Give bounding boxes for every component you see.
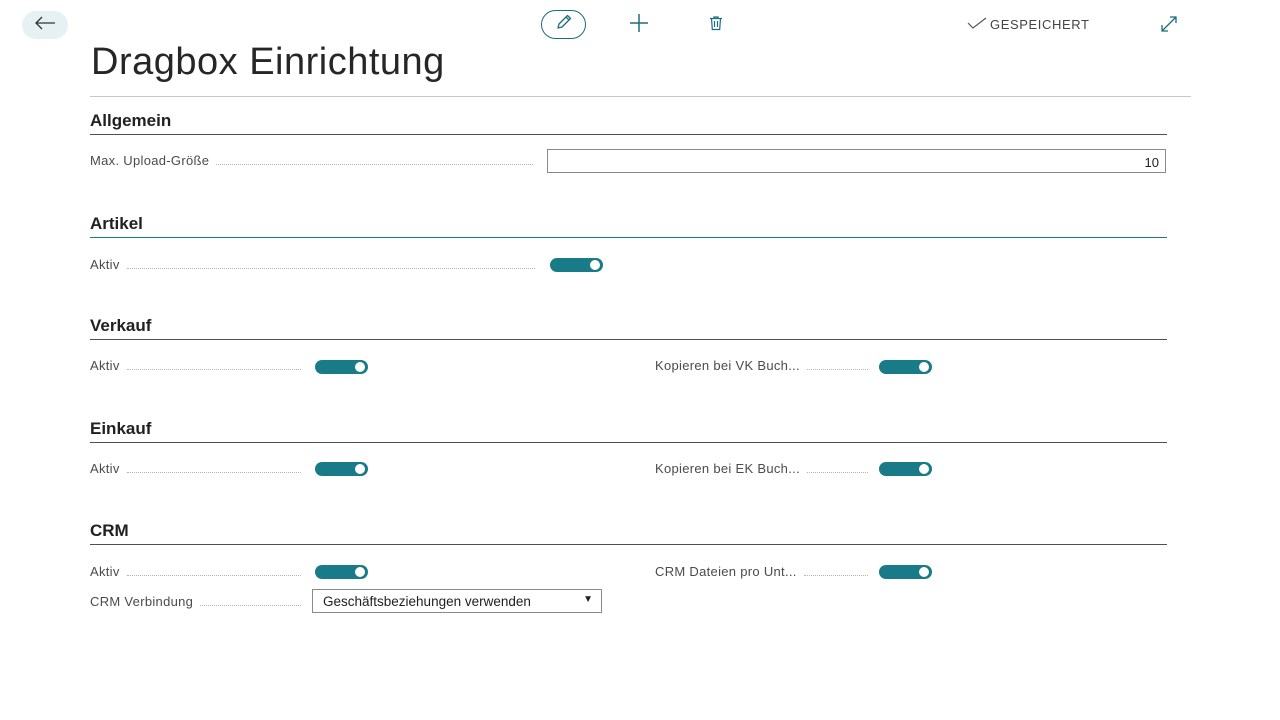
- section-title-allgemein: Allgemein: [90, 111, 172, 130]
- crm-dateien-toggle[interactable]: [879, 565, 932, 579]
- toggle-knob: [355, 362, 365, 372]
- toggle-knob: [919, 567, 929, 577]
- crm-verbindung-value: Geschäftsbeziehungen verwenden: [323, 594, 531, 609]
- page-title: Dragbox Einrichtung: [91, 41, 445, 83]
- checkmark-icon: [967, 17, 987, 32]
- saved-status: GESPEICHERT: [967, 17, 1090, 32]
- section-divider: [90, 544, 1167, 545]
- verkauf-kopieren-toggle[interactable]: [879, 360, 932, 374]
- toggle-knob: [919, 464, 929, 474]
- crm-aktiv-label: Aktiv: [90, 564, 120, 579]
- verkauf-aktiv-label: Aktiv: [90, 358, 120, 373]
- dotted-leader: [216, 163, 533, 165]
- section-title-artikel: Artikel: [90, 214, 143, 233]
- field-einkauf-kopieren: Kopieren bei EK Buch...: [655, 461, 875, 476]
- toggle-knob: [355, 567, 365, 577]
- crm-verbindung-label: CRM Verbindung: [90, 594, 194, 609]
- section-title-einkauf: Einkauf: [90, 419, 152, 438]
- verkauf-kopieren-label: Kopieren bei VK Buch...: [655, 358, 800, 373]
- dotted-leader: [806, 368, 868, 370]
- edit-button[interactable]: [541, 10, 586, 39]
- expand-button[interactable]: [1157, 15, 1181, 37]
- dotted-leader: [126, 368, 301, 370]
- title-divider: [90, 96, 1191, 97]
- section-divider: [90, 237, 1167, 238]
- crm-aktiv-toggle[interactable]: [315, 565, 368, 579]
- section-divider: [90, 134, 1167, 135]
- section-header-crm[interactable]: CRM: [90, 520, 1167, 545]
- einkauf-aktiv-toggle[interactable]: [315, 462, 368, 476]
- toggle-knob: [590, 260, 600, 270]
- toggle-knob: [355, 464, 365, 474]
- dotted-leader: [126, 471, 301, 473]
- dotted-leader: [803, 574, 868, 576]
- max-upload-input[interactable]: 10: [547, 149, 1166, 173]
- toggle-knob: [919, 362, 929, 372]
- field-artikel-aktiv: Aktiv: [90, 257, 542, 272]
- new-button[interactable]: [626, 13, 652, 37]
- trash-icon: [708, 15, 724, 36]
- arrow-left-icon: [34, 16, 56, 35]
- section-divider: [90, 339, 1167, 340]
- field-crm-aktiv: Aktiv: [90, 564, 308, 579]
- artikel-aktiv-label: Aktiv: [90, 257, 120, 272]
- plus-icon: [628, 12, 650, 39]
- section-header-verkauf[interactable]: Verkauf: [90, 315, 1167, 340]
- einkauf-kopieren-toggle[interactable]: [879, 462, 932, 476]
- artikel-aktiv-toggle[interactable]: [550, 258, 603, 272]
- pencil-icon: [555, 13, 573, 36]
- section-divider: [90, 442, 1167, 443]
- field-max-upload: Max. Upload-Größe: [90, 153, 540, 168]
- caret-down-icon: ▼: [579, 594, 593, 605]
- dotted-leader: [126, 574, 301, 576]
- dotted-leader: [200, 604, 301, 606]
- field-crm-dateien: CRM Dateien pro Unt...: [655, 564, 875, 579]
- section-header-einkauf[interactable]: Einkauf: [90, 418, 1167, 443]
- verkauf-aktiv-toggle[interactable]: [315, 360, 368, 374]
- field-einkauf-aktiv: Aktiv: [90, 461, 308, 476]
- field-verkauf-kopieren: Kopieren bei VK Buch...: [655, 358, 875, 373]
- back-button[interactable]: [22, 11, 68, 39]
- crm-dateien-label: CRM Dateien pro Unt...: [655, 564, 797, 579]
- section-title-verkauf: Verkauf: [90, 316, 152, 335]
- section-title-crm: CRM: [90, 521, 129, 540]
- dotted-leader: [806, 471, 868, 473]
- dotted-leader: [126, 267, 535, 269]
- section-header-allgemein[interactable]: Allgemein: [90, 110, 1167, 135]
- field-verkauf-aktiv: Aktiv: [90, 358, 308, 373]
- saved-label: GESPEICHERT: [990, 17, 1090, 32]
- section-header-artikel[interactable]: Artikel: [90, 213, 1167, 238]
- expand-icon: [1159, 14, 1179, 39]
- max-upload-label: Max. Upload-Größe: [90, 153, 210, 168]
- einkauf-aktiv-label: Aktiv: [90, 461, 120, 476]
- einkauf-kopieren-label: Kopieren bei EK Buch...: [655, 461, 800, 476]
- crm-verbindung-select[interactable]: Geschäftsbeziehungen verwenden ▼: [312, 589, 602, 613]
- field-crm-verbindung: CRM Verbindung: [90, 594, 308, 609]
- delete-button[interactable]: [704, 13, 728, 37]
